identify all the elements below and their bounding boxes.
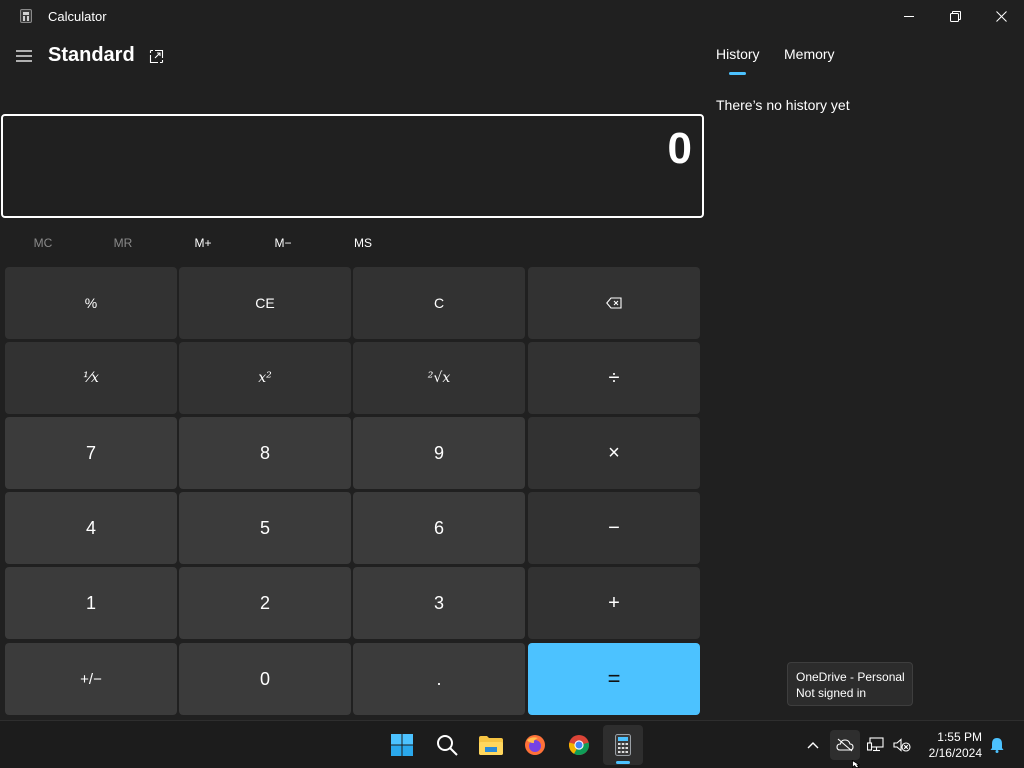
onedrive-tray-button[interactable] — [830, 730, 860, 760]
backspace-button[interactable] — [528, 267, 700, 339]
digit-1-button[interactable]: 1 — [5, 567, 177, 639]
onedrive-icon — [836, 738, 854, 752]
start-icon — [391, 734, 413, 756]
history-empty-message: There’s no history yet — [716, 97, 850, 113]
digit-5-button[interactable]: 5 — [179, 492, 351, 564]
digit-2-button[interactable]: 2 — [179, 567, 351, 639]
digit-8-button[interactable]: 8 — [179, 417, 351, 489]
navigation-menu-button[interactable] — [12, 44, 36, 68]
subtract-button[interactable]: − — [528, 492, 700, 564]
digit-0-button[interactable]: 0 — [179, 643, 351, 715]
file-explorer-icon — [479, 736, 503, 755]
window-title: Calculator — [48, 9, 107, 24]
percent-button[interactable]: % — [5, 267, 177, 339]
selected-tab-indicator — [729, 72, 746, 75]
memory-add-button[interactable]: M+ — [164, 230, 242, 256]
tab-memory[interactable]: Memory — [784, 46, 835, 62]
volume-tray-button[interactable] — [890, 733, 914, 757]
calculator-icon — [20, 9, 32, 23]
mouse-cursor-icon — [852, 760, 860, 768]
square-button[interactable]: x² — [179, 342, 351, 414]
digit-7-button[interactable]: 7 — [5, 417, 177, 489]
close-icon — [995, 10, 1007, 22]
memory-recall-button[interactable]: MR — [84, 230, 162, 256]
digit-9-button[interactable]: 9 — [353, 417, 525, 489]
mode-title: Standard — [48, 44, 135, 66]
show-hidden-icons-button[interactable] — [801, 733, 825, 757]
network-icon — [867, 737, 884, 752]
chrome-icon — [568, 735, 590, 756]
calculator-icon — [615, 734, 631, 756]
digit-3-button[interactable]: 3 — [353, 567, 525, 639]
tab-history[interactable]: History — [716, 46, 760, 62]
clock-date: 2/16/2024 — [928, 746, 982, 760]
backspace-icon — [606, 297, 622, 309]
notification-center-button[interactable] — [985, 733, 1009, 757]
firefox-button[interactable] — [515, 725, 555, 765]
chevron-up-icon — [807, 742, 819, 749]
add-button[interactable]: + — [528, 567, 700, 639]
title-bar: Calculator — [0, 0, 1024, 32]
tooltip-line-2: Not signed in — [796, 686, 867, 700]
memory-store-button[interactable]: MS — [324, 230, 402, 256]
start-button[interactable] — [382, 725, 422, 765]
memory-subtract-button[interactable]: M− — [244, 230, 322, 256]
search-button[interactable] — [427, 725, 467, 765]
keep-on-top-icon — [149, 49, 163, 63]
digit-6-button[interactable]: 6 — [353, 492, 525, 564]
onedrive-tooltip: OneDrive - Personal Not signed in — [787, 662, 913, 706]
minimize-icon — [904, 16, 914, 17]
volume-muted-icon — [893, 738, 911, 752]
taskbar: 1:55 PM 2/16/2024 — [0, 720, 1024, 768]
notification-icon — [990, 738, 1004, 753]
firefox-icon — [525, 735, 545, 755]
clear-entry-button[interactable]: CE — [179, 267, 351, 339]
reciprocal-button[interactable]: ⅟x — [5, 342, 177, 414]
square-root-button[interactable]: ²√x — [353, 342, 525, 414]
file-explorer-button[interactable] — [471, 725, 511, 765]
equals-button[interactable]: = — [528, 643, 700, 715]
search-icon — [437, 735, 458, 756]
multiply-button[interactable]: × — [528, 417, 700, 489]
result-display: 0 — [1, 114, 704, 218]
calculator-taskbar-button[interactable] — [603, 725, 643, 765]
network-tray-button[interactable] — [864, 733, 888, 757]
maximize-button[interactable] — [932, 0, 978, 32]
close-button[interactable] — [978, 0, 1024, 32]
tooltip-line-1: OneDrive - Personal — [796, 670, 905, 684]
chrome-button[interactable] — [559, 725, 599, 765]
hamburger-icon — [16, 50, 32, 62]
minimize-button[interactable] — [886, 0, 932, 32]
memory-clear-button[interactable]: MC — [4, 230, 82, 256]
decimal-button[interactable]: . — [353, 643, 525, 715]
restore-icon — [949, 10, 961, 22]
clock-time: 1:55 PM — [937, 730, 982, 744]
negate-button[interactable]: +/− — [5, 643, 177, 715]
display-value: 0 — [667, 124, 692, 173]
digit-4-button[interactable]: 4 — [5, 492, 177, 564]
active-app-indicator — [616, 761, 630, 764]
divide-button[interactable]: ÷ — [528, 342, 700, 414]
keep-on-top-button[interactable] — [144, 44, 168, 68]
clear-button[interactable]: C — [353, 267, 525, 339]
system-clock[interactable]: 1:55 PM 2/16/2024 — [920, 729, 982, 761]
